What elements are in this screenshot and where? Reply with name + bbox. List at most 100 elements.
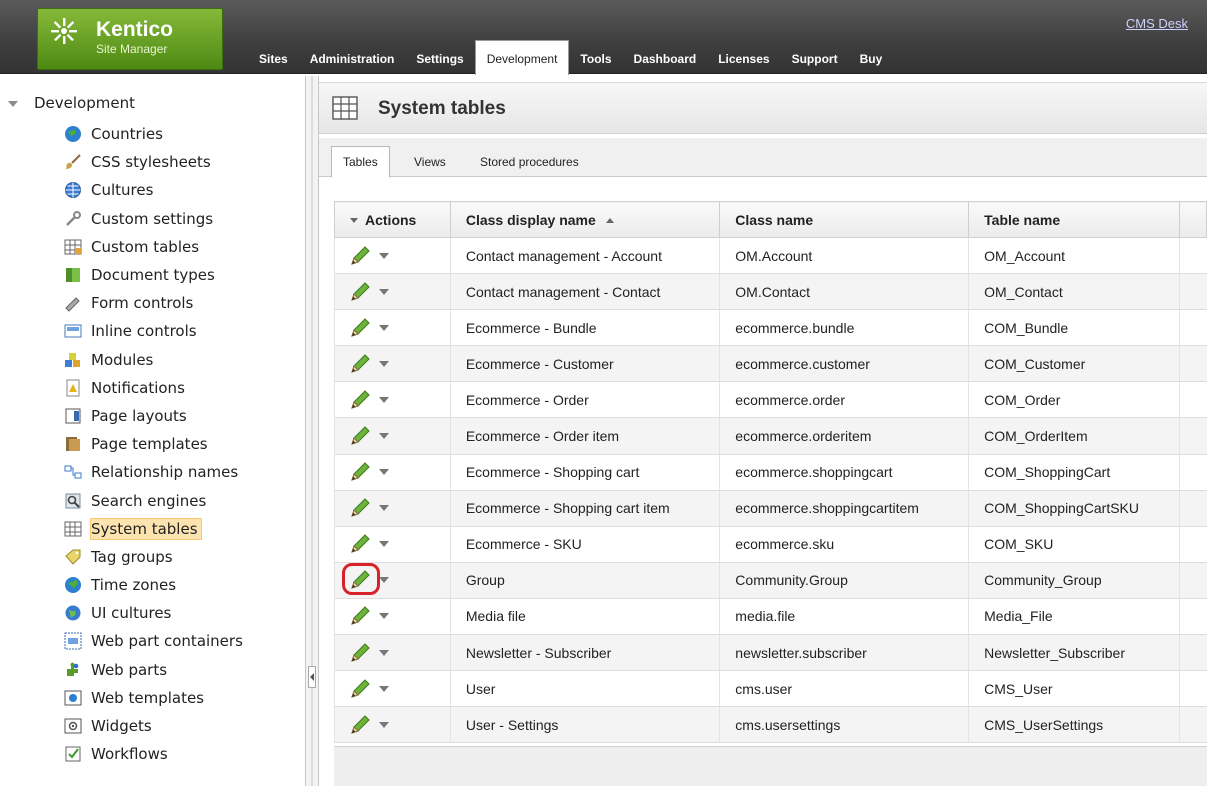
row-menu-dropdown-icon[interactable] xyxy=(379,649,389,656)
collapse-triangle-icon[interactable] xyxy=(8,101,18,107)
edit-pencil-icon[interactable] xyxy=(349,281,371,303)
table-row[interactable]: Ecommerce - Shopping cart item ecommerce.… xyxy=(334,490,1207,527)
row-menu-dropdown-icon[interactable] xyxy=(379,252,389,259)
kentico-logo[interactable]: Kentico Site Manager xyxy=(37,8,223,70)
document-type-icon xyxy=(64,266,82,284)
tree-item-page-layouts[interactable]: Page layouts xyxy=(64,402,247,430)
tree-item-notifications[interactable]: Notifications xyxy=(64,374,247,402)
tree-item-relationship-names[interactable]: Relationship names xyxy=(64,458,247,486)
edit-pencil-icon[interactable] xyxy=(349,425,371,447)
tree-item-web-templates[interactable]: Web templates xyxy=(64,684,247,712)
edit-pencil-icon[interactable] xyxy=(349,389,371,411)
tab-support[interactable]: Support xyxy=(781,40,849,74)
cell-class-name: ecommerce.shoppingcart xyxy=(719,454,969,491)
tree-item-web-parts[interactable]: Web parts xyxy=(64,656,247,684)
tab-stored-procedures[interactable]: Stored procedures xyxy=(469,146,590,177)
tree-root-development[interactable]: Development xyxy=(8,94,135,112)
column-header-class-display-name[interactable]: Class display name xyxy=(449,201,721,238)
tree-item-modules[interactable]: Modules xyxy=(64,346,247,374)
row-menu-dropdown-icon[interactable] xyxy=(379,613,389,620)
tree-item-custom-tables[interactable]: Custom tables xyxy=(64,233,247,261)
cms-desk-link[interactable]: CMS Desk xyxy=(1126,16,1188,31)
tree-item-label: Web parts xyxy=(91,660,168,679)
cell-class-display-name: Ecommerce - Order xyxy=(449,381,720,419)
table-row[interactable]: Contact management - Contact OM.Contact OM… xyxy=(334,273,1207,311)
tab-licenses[interactable]: Licenses xyxy=(707,40,780,74)
tab-sites[interactable]: Sites xyxy=(248,40,299,74)
collapse-panel-handle[interactable] xyxy=(308,666,316,688)
edit-pencil-icon[interactable] xyxy=(349,714,371,736)
cell-filler xyxy=(1179,706,1207,744)
row-menu-dropdown-icon[interactable] xyxy=(379,360,389,367)
tree-item-custom-settings[interactable]: Custom settings xyxy=(64,205,247,233)
table-row[interactable]: Ecommerce - Shopping cart ecommerce.shopp… xyxy=(334,454,1207,491)
tree-item-workflows[interactable]: Workflows xyxy=(64,740,247,768)
column-header-table-name[interactable]: Table name xyxy=(968,201,1181,238)
row-actions xyxy=(334,670,451,708)
tab-views[interactable]: Views xyxy=(403,146,457,177)
tree-item-widgets[interactable]: Widgets xyxy=(64,712,247,740)
cell-class-name: cms.usersettings xyxy=(719,706,969,744)
tree-item-document-types[interactable]: Document types xyxy=(64,261,247,289)
tab-administration[interactable]: Administration xyxy=(299,40,406,74)
table-row[interactable]: Group Community.Group Community_Group xyxy=(334,562,1207,599)
row-menu-dropdown-icon[interactable] xyxy=(379,433,389,440)
tree-item-inline-controls[interactable]: Inline controls xyxy=(64,317,247,345)
edit-pencil-icon[interactable] xyxy=(349,245,371,267)
table-row[interactable]: Ecommerce - Order item ecommerce.orderite… xyxy=(334,417,1207,455)
row-menu-dropdown-icon[interactable] xyxy=(379,685,389,692)
table-row[interactable]: Ecommerce - Order ecommerce.order COM_Orde… xyxy=(334,381,1207,419)
tab-tools[interactable]: Tools xyxy=(569,40,622,74)
edit-pencil-icon[interactable] xyxy=(349,533,371,555)
wrench-icon xyxy=(64,210,82,228)
table-row[interactable]: Newsletter - Subscriber newsletter.subscr… xyxy=(334,634,1207,672)
row-menu-dropdown-icon[interactable] xyxy=(379,324,389,331)
tab-tables[interactable]: Tables xyxy=(331,146,390,178)
tab-dashboard[interactable]: Dashboard xyxy=(623,40,708,74)
table-row[interactable]: Ecommerce - Bundle ecommerce.bundle COM_Bu… xyxy=(334,309,1207,347)
actions-menu-icon[interactable] xyxy=(350,218,358,224)
tree-item-web-part-containers[interactable]: Web part containers xyxy=(64,627,247,655)
tree-item-system-tables[interactable]: System tables xyxy=(64,515,247,543)
tab-settings[interactable]: Settings xyxy=(405,40,474,74)
row-menu-dropdown-icon[interactable] xyxy=(379,721,389,728)
table-row[interactable]: Contact management - Account OM.Account OM… xyxy=(334,237,1207,275)
column-header-class-name[interactable]: Class name xyxy=(719,201,970,238)
tree-item-ui-cultures[interactable]: UI cultures xyxy=(64,599,247,627)
row-menu-dropdown-icon[interactable] xyxy=(379,469,389,476)
table-row[interactable]: Ecommerce - SKU ecommerce.sku COM_SKU xyxy=(334,526,1207,563)
edit-pencil-icon[interactable] xyxy=(349,353,371,375)
column-label-display-name: Class display name xyxy=(465,211,596,228)
edit-pencil-icon[interactable] xyxy=(349,605,371,627)
tree-item-css-stylesheets[interactable]: CSS stylesheets xyxy=(64,148,247,176)
tree-item-cultures[interactable]: Cultures xyxy=(64,176,247,204)
table-row[interactable]: Ecommerce - Customer ecommerce.customer CO… xyxy=(334,345,1207,383)
edit-pencil-icon[interactable] xyxy=(349,678,371,700)
table-row[interactable]: User cms.user CMS_User xyxy=(334,670,1207,708)
tree-item-countries[interactable]: Countries xyxy=(64,120,247,148)
tree-item-page-templates[interactable]: Page templates xyxy=(64,430,247,458)
tab-development[interactable]: Development xyxy=(474,40,570,75)
column-header-actions[interactable]: Actions xyxy=(334,201,451,238)
row-menu-dropdown-icon[interactable] xyxy=(379,396,389,403)
edit-pencil-icon[interactable] xyxy=(349,461,371,483)
tree-item-form-controls[interactable]: Form controls xyxy=(64,289,247,317)
edit-pencil-icon[interactable] xyxy=(342,563,380,596)
workflow-check-icon xyxy=(64,745,82,763)
cell-class-display-name: Media file xyxy=(449,598,720,636)
edit-pencil-icon[interactable] xyxy=(349,642,371,664)
row-menu-dropdown-icon[interactable] xyxy=(379,541,389,548)
row-menu-dropdown-icon[interactable] xyxy=(379,505,389,512)
table-row[interactable]: User - Settings cms.usersettings CMS_UserS… xyxy=(334,706,1207,744)
tab-buy[interactable]: Buy xyxy=(849,40,894,74)
tree-item-search-engines[interactable]: Search engines xyxy=(64,486,247,514)
row-menu-dropdown-icon[interactable] xyxy=(379,577,389,584)
tree-item-time-zones[interactable]: Time zones xyxy=(64,571,247,599)
row-menu-dropdown-icon[interactable] xyxy=(379,288,389,295)
edit-pencil-icon[interactable] xyxy=(349,317,371,339)
tree-item-tag-groups[interactable]: Tag groups xyxy=(64,543,247,571)
page-layout-icon xyxy=(64,407,82,425)
column-label-table-name: Table name xyxy=(984,211,1061,228)
table-row[interactable]: Media file media.file Media_File xyxy=(334,598,1207,636)
edit-pencil-icon[interactable] xyxy=(349,497,371,519)
